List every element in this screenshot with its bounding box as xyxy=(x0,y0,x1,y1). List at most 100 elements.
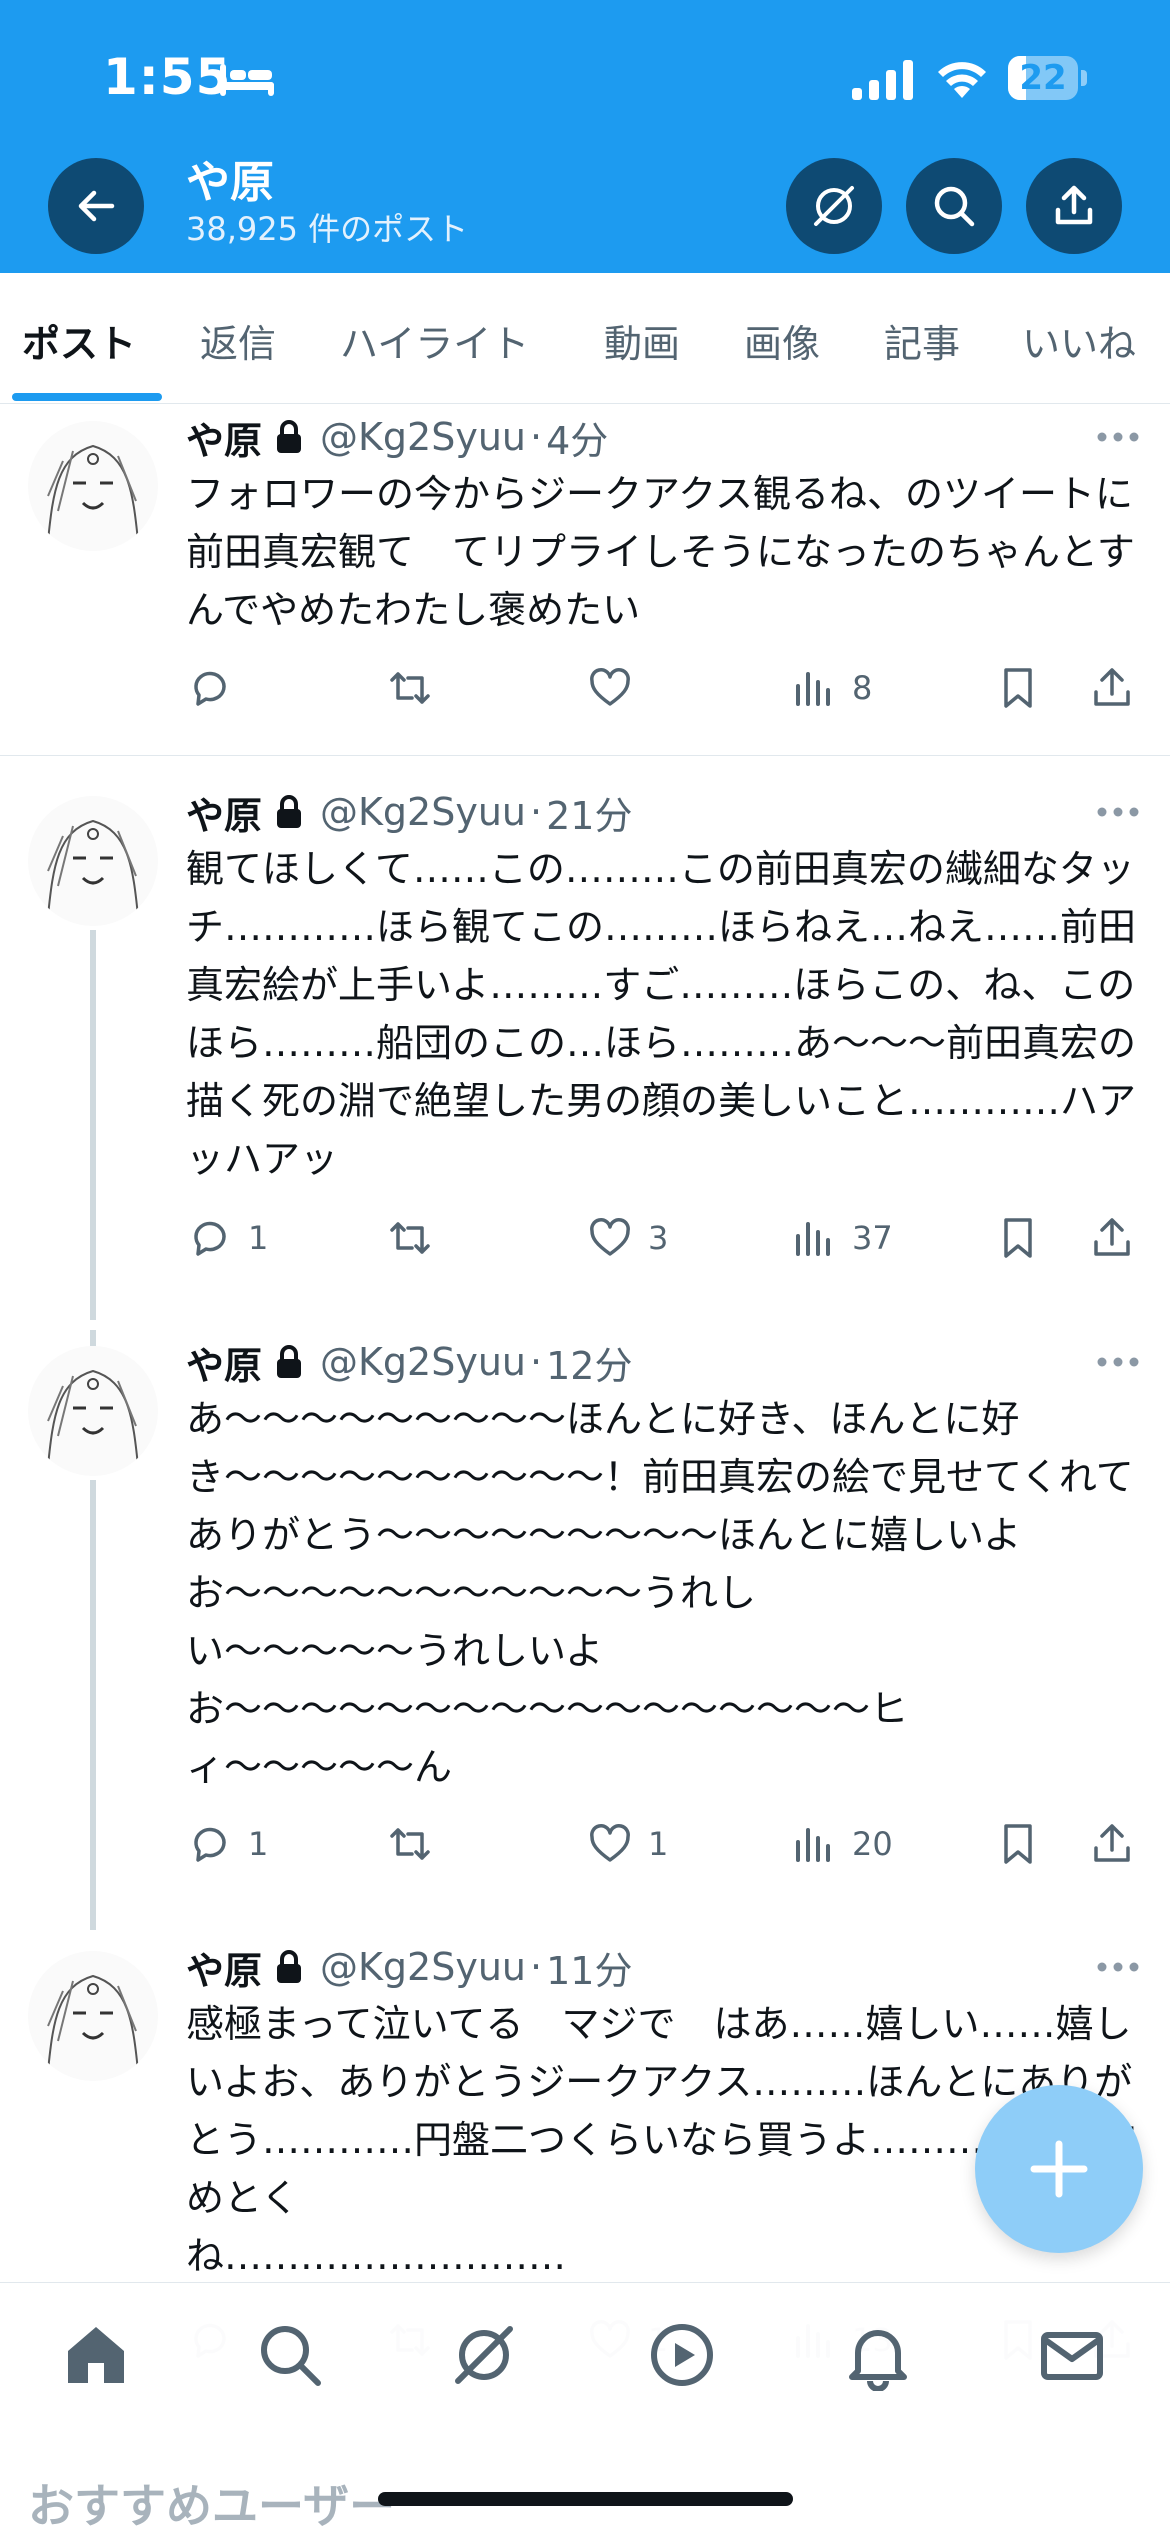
play-icon[interactable] xyxy=(646,2319,718,2391)
tab-posts[interactable]: ポスト xyxy=(22,313,136,368)
more-options-icon[interactable] xyxy=(1096,1961,1140,1973)
tweet-handle[interactable]: @Kg2Syuu xyxy=(320,1945,526,1989)
views-icon xyxy=(796,1222,830,1256)
reply-icon xyxy=(194,1221,226,1256)
like-count: 1 xyxy=(648,1825,669,1863)
tweet[interactable]: や原 @Kg2Syuu · 4分 フォロワーの今からジークアクス観るね、のツイー… xyxy=(0,405,1170,755)
thread-line xyxy=(90,1330,96,1346)
home-icon[interactable] xyxy=(60,2319,132,2391)
separator-dot: · xyxy=(530,1945,543,1989)
tweet-time[interactable]: 4分 xyxy=(546,410,608,465)
tab-articles[interactable]: 記事 xyxy=(884,313,960,368)
suggested-users-heading: おすすめユーザー xyxy=(28,2479,396,2533)
separator-dot: · xyxy=(530,1340,543,1384)
like-count: 3 xyxy=(648,1219,669,1257)
profile-tabs: ポスト 返信 ハイライト 動画 画像 記事 いいね xyxy=(0,273,1170,404)
bookmark-button[interactable] xyxy=(994,1814,1042,1874)
tweet-time[interactable]: 11分 xyxy=(546,1940,632,1995)
avatar[interactable] xyxy=(28,1951,158,2081)
tweet-actions: 8 xyxy=(186,658,1146,718)
retweet-button[interactable] xyxy=(386,1814,448,1874)
retweet-icon xyxy=(390,672,430,704)
avatar-drawing xyxy=(47,819,139,917)
bookmark-icon xyxy=(1004,1824,1032,1864)
share-icon xyxy=(1094,1218,1130,1256)
profile-name: や原 xyxy=(186,157,274,208)
tweet-handle[interactable]: @Kg2Syuu xyxy=(320,1340,526,1384)
grok-icon xyxy=(814,186,854,226)
retweet-icon xyxy=(390,1828,430,1860)
like-button[interactable] xyxy=(586,658,648,718)
search-icon xyxy=(934,186,975,227)
retweet-button[interactable] xyxy=(386,658,448,718)
reply-icon xyxy=(194,671,226,706)
tab-images[interactable]: 画像 xyxy=(744,313,820,368)
tweet-author-name[interactable]: や原 xyxy=(186,785,262,840)
retweet-button[interactable] xyxy=(386,1208,448,1268)
tweet[interactable]: や原 @Kg2Syuu · 21分 観てほしくて……この………この前田真宏の繊細… xyxy=(0,780,1170,1320)
more-options-icon[interactable] xyxy=(1096,1356,1140,1368)
reply-button[interactable] xyxy=(186,658,248,718)
reply-button[interactable]: 1 xyxy=(186,1814,268,1874)
avatar[interactable] xyxy=(28,796,158,926)
views-button[interactable]: 20 xyxy=(790,1814,893,1874)
bookmark-icon xyxy=(1004,1218,1032,1258)
lock-icon xyxy=(277,1345,302,1378)
tweet-divider xyxy=(0,755,1170,756)
bell-icon[interactable] xyxy=(842,2319,914,2391)
wifi-icon xyxy=(938,62,986,98)
tweet-text: フォロワーの今からジークアクス観るね、のツイートに前田真宏観て てリプライしそう… xyxy=(186,472,1135,632)
bookmark-button[interactable] xyxy=(994,1208,1042,1268)
avatar[interactable] xyxy=(28,421,158,551)
profile-header: 1:55 22 や原 38,925 件のポスト xyxy=(0,0,1170,273)
grok-button[interactable] xyxy=(786,158,882,254)
like-icon xyxy=(590,1218,630,1256)
tweet-actions: 1 1 20 xyxy=(186,1814,1146,1874)
mail-icon[interactable] xyxy=(1036,2319,1108,2391)
separator-dot: · xyxy=(530,790,543,834)
views-button[interactable]: 8 xyxy=(790,658,872,718)
tweet[interactable]: や原 @Kg2Syuu · 12分 あ〜〜〜〜〜〜〜〜〜ほんとに好き、ほんとに好… xyxy=(0,1330,1170,1930)
tab-replies[interactable]: 返信 xyxy=(200,313,276,368)
reply-button[interactable]: 1 xyxy=(186,1208,268,1268)
active-tab-indicator xyxy=(12,393,162,401)
tweet-handle[interactable]: @Kg2Syuu xyxy=(320,790,526,834)
more-options-icon[interactable] xyxy=(1096,806,1140,818)
tweet-header: や原 @Kg2Syuu · 21分 xyxy=(186,788,632,838)
tweet-text: あ〜〜〜〜〜〜〜〜〜ほんとに好き、ほんとに好き〜〜〜〜〜〜〜〜〜〜！前田真宏の絵… xyxy=(186,1397,1134,1789)
bottom-navigation xyxy=(0,2282,1170,2423)
home-indicator[interactable] xyxy=(378,2492,793,2506)
tab-videos[interactable]: 動画 xyxy=(604,313,680,368)
compose-post-button[interactable] xyxy=(975,2085,1143,2253)
back-button[interactable] xyxy=(48,158,144,254)
share-tweet-button[interactable] xyxy=(1088,658,1136,718)
thread-line xyxy=(90,930,96,1320)
like-button[interactable]: 3 xyxy=(586,1208,668,1268)
battery-icon: 22 xyxy=(1008,56,1088,100)
tweet-time[interactable]: 12分 xyxy=(546,1335,632,1390)
like-icon xyxy=(590,1824,630,1862)
bookmark-button[interactable] xyxy=(994,658,1042,718)
search-icon[interactable] xyxy=(254,2319,326,2391)
like-button[interactable]: 1 xyxy=(586,1814,668,1874)
share-tweet-button[interactable] xyxy=(1088,1814,1136,1874)
tweet-text: 観てほしくて……この………この前田真宏の繊細なタッチ…………ほら観てこの………ほ… xyxy=(186,847,1137,1181)
tweet-author-name[interactable]: や原 xyxy=(186,1335,262,1390)
views-button[interactable]: 37 xyxy=(790,1208,893,1268)
avatar[interactable] xyxy=(28,1346,158,1476)
tweet-time[interactable]: 21分 xyxy=(546,785,632,840)
tab-likes[interactable]: いいね xyxy=(1022,313,1136,368)
battery-level: 22 xyxy=(1019,58,1067,98)
bookmark-icon xyxy=(1004,668,1032,708)
retweet-icon xyxy=(390,1222,430,1254)
tweet-author-name[interactable]: や原 xyxy=(186,1940,262,1995)
tab-highlights[interactable]: ハイライト xyxy=(340,313,529,368)
share-tweet-button[interactable] xyxy=(1088,1208,1136,1268)
search-button[interactable] xyxy=(906,158,1002,254)
grok-icon[interactable] xyxy=(448,2319,520,2391)
tweet-handle[interactable]: @Kg2Syuu xyxy=(320,415,526,459)
tweet-author-name[interactable]: や原 xyxy=(186,410,262,465)
share-button[interactable] xyxy=(1026,158,1122,254)
reply-count: 1 xyxy=(248,1219,269,1257)
more-options-icon[interactable] xyxy=(1096,431,1140,443)
